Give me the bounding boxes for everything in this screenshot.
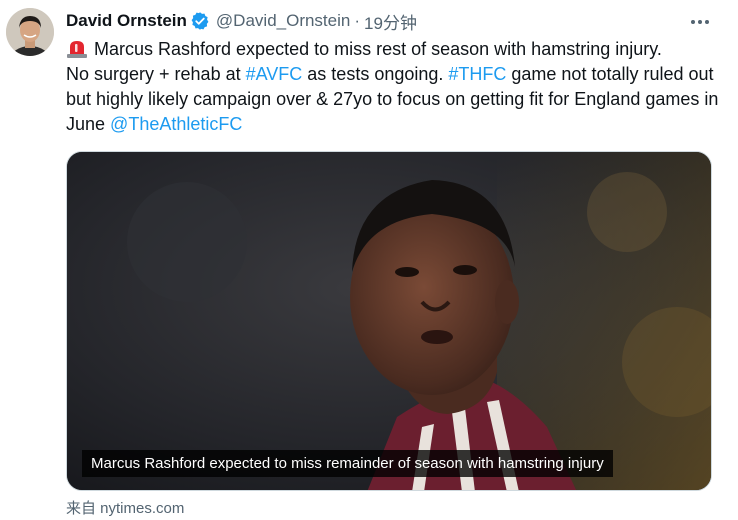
tweet-timestamp[interactable]: 19分钟: [364, 9, 417, 34]
tweet-line-1: Marcus Rashford expected to miss rest of…: [94, 39, 662, 59]
mention-theathleticfc[interactable]: @TheAthleticFC: [110, 114, 242, 134]
media-caption: Marcus Rashford expected to miss remaind…: [82, 450, 613, 477]
siren-emoji-icon: [66, 38, 88, 58]
tweet-card: David Ornstein @David_Ornstein · 19分钟 Ma…: [0, 0, 738, 520]
hashtag-thfc[interactable]: #THFC: [448, 64, 506, 84]
tweet-segment-b: as tests ongoing.: [302, 64, 449, 84]
avatar[interactable]: [6, 8, 54, 56]
separator-dot: ·: [354, 11, 361, 30]
author-name[interactable]: David Ornstein: [66, 11, 187, 31]
verified-badge-icon[interactable]: [190, 11, 210, 31]
tweet-segment-a: No surgery + rehab at: [66, 64, 246, 84]
tweet-header: David Ornstein @David_Ornstein · 19分钟: [66, 9, 417, 34]
media-image[interactable]: [66, 151, 712, 491]
more-options-icon[interactable]: [686, 10, 714, 34]
hashtag-avfc[interactable]: #AVFC: [246, 64, 303, 84]
tweet-text: Marcus Rashford expected to miss rest of…: [66, 37, 726, 137]
author-handle[interactable]: @David_Ornstein: [216, 11, 350, 31]
link-source[interactable]: 来自 nytimes.com: [66, 497, 184, 518]
